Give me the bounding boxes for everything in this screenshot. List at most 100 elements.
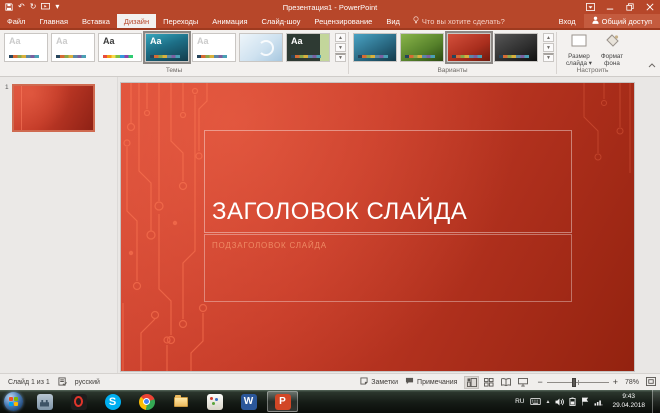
subtitle-placeholder[interactable]: ПОДЗАГОЛОВОК СЛАЙДА [204, 234, 572, 302]
zoom-control: − + [537, 377, 618, 387]
variant-thumbnail-black[interactable] [494, 33, 538, 62]
tab-home[interactable]: Главная [32, 14, 75, 28]
slide-size-button[interactable]: Размер слайда ▾ [565, 33, 593, 67]
taskbar-clock[interactable]: 9:43 29.04.2018 [608, 393, 649, 409]
theme-thumbnail-darkgreen[interactable]: Aa [286, 33, 330, 62]
customize-group: Размер слайда ▾ Формат фона Настроить [557, 30, 628, 76]
slide-1-thumbnail[interactable] [12, 84, 95, 132]
opera-icon [70, 393, 87, 410]
theme-thumbnail-5[interactable]: Aa [192, 33, 236, 62]
tab-design[interactable]: Дизайн [116, 14, 157, 28]
title-bar: ↶ ↻ ▾ Презентация1 - PowerPoint [0, 0, 660, 14]
customize-qat-icon[interactable]: ▾ [55, 3, 59, 11]
tell-me-box[interactable]: Что вы хотите сделать? [407, 14, 511, 28]
start-slideshow-icon[interactable] [41, 3, 51, 11]
tab-animations[interactable]: Анимация [205, 14, 254, 28]
chrome-icon [138, 393, 155, 410]
main-area: 1 ЗАГОЛОВОК СЛАЙДА ПОДЗАГОЛОВОК СЛАЙДА [0, 77, 660, 373]
skype-icon: S [104, 393, 121, 410]
share-button[interactable]: Общий доступ [583, 14, 660, 28]
title-placeholder[interactable]: ЗАГОЛОВОК СЛАЙДА [204, 130, 572, 233]
slide-subtitle-text[interactable]: ПОДЗАГОЛОВОК СЛАЙДА [205, 235, 571, 250]
variant-thumbnail-blue[interactable] [353, 33, 397, 62]
security-app-icon [36, 393, 53, 410]
slides-panel[interactable]: 1 [0, 77, 118, 373]
ribbon: Aa Aa Aa Aa Aa Aa ▲ ▼ ▼ Темы ▲ ▼ ▼ Вариа… [0, 28, 660, 77]
fit-to-window-icon[interactable] [646, 376, 656, 388]
taskbar-opera[interactable] [63, 391, 94, 412]
save-icon[interactable] [5, 3, 13, 11]
language-label[interactable]: русский [75, 379, 100, 386]
taskbar-security-app[interactable] [29, 391, 60, 412]
zoom-slider[interactable] [546, 377, 609, 387]
redo-icon[interactable]: ↻ [30, 3, 37, 11]
network-icon[interactable] [594, 398, 603, 406]
variants-scroll-up[interactable]: ▲ [543, 33, 554, 42]
variants-group-label: Варианты [437, 67, 468, 74]
zoom-out-button[interactable]: − [537, 377, 542, 387]
hidden-icons-expand[interactable]: ▲ [546, 399, 551, 405]
format-background-button[interactable]: Формат фона [598, 33, 626, 67]
ribbon-display-options-icon[interactable] [580, 0, 600, 14]
variants-more-button[interactable]: ▼ [543, 53, 554, 62]
spellcheck-icon[interactable] [58, 376, 67, 388]
themes-more-button[interactable]: ▼ [335, 53, 346, 62]
clock-date: 29.04.2018 [612, 401, 645, 409]
taskbar-explorer[interactable] [165, 391, 196, 412]
undo-icon[interactable]: ↶ [18, 3, 25, 11]
tab-transitions[interactable]: Переходы [156, 14, 205, 28]
tab-slideshow[interactable]: Слайд-шоу [255, 14, 308, 28]
language-indicator[interactable]: RU [515, 398, 524, 405]
start-button[interactable] [4, 392, 23, 411]
theme-thumbnail-circuit-selected[interactable]: Aa [143, 31, 191, 64]
powerpoint-icon: P [274, 393, 291, 410]
taskbar-powerpoint-active[interactable]: P [267, 391, 298, 412]
minimize-icon[interactable] [600, 0, 620, 14]
theme-thumbnail-1[interactable]: Aa [4, 33, 48, 62]
themes-scroll-down[interactable]: ▼ [335, 43, 346, 52]
taskbar-word[interactable]: W [233, 391, 264, 412]
taskbar-paint[interactable] [199, 391, 230, 412]
collapse-ribbon-icon[interactable] [648, 55, 656, 73]
action-center-flag-icon[interactable] [581, 397, 589, 406]
variant-thumbnail-red-selected[interactable] [445, 31, 493, 64]
variants-scroll-down[interactable]: ▼ [543, 43, 554, 52]
tab-view[interactable]: Вид [379, 14, 407, 28]
taskbar-skype[interactable]: S [97, 391, 128, 412]
themes-scroll-up[interactable]: ▲ [335, 33, 346, 42]
lightbulb-icon [413, 16, 419, 26]
zoom-percentage[interactable]: 78% [625, 379, 639, 386]
volume-icon[interactable] [555, 397, 565, 406]
share-label: Общий доступ [601, 16, 652, 26]
normal-view-button[interactable] [464, 375, 480, 389]
theme-thumbnail-2[interactable]: Aa [51, 33, 95, 62]
slide-title-text[interactable]: ЗАГОЛОВОК СЛАЙДА [205, 198, 473, 232]
variant-thumbnail-green[interactable] [400, 33, 444, 62]
slide-sorter-view-button[interactable] [481, 376, 496, 389]
slide-count-label[interactable]: Слайд 1 из 1 [8, 379, 50, 386]
show-desktop-button[interactable] [652, 390, 660, 413]
tab-file[interactable]: Файл [0, 14, 32, 28]
sign-in-button[interactable]: Вход [551, 14, 584, 28]
tab-insert[interactable]: Вставка [75, 14, 117, 28]
window-title: Презентация1 - PowerPoint [282, 2, 378, 12]
person-icon [591, 16, 599, 26]
notes-button[interactable]: Заметки [360, 377, 398, 387]
battery-icon[interactable] [569, 397, 577, 406]
theme-thumbnail-office[interactable]: Aa [98, 33, 142, 62]
zoom-in-button[interactable]: + [613, 377, 618, 387]
slideshow-view-button[interactable] [515, 376, 530, 389]
keyboard-icon[interactable] [529, 398, 541, 405]
theme-thumbnail-swoosh[interactable] [239, 33, 283, 62]
zoom-slider-thumb[interactable] [571, 377, 576, 387]
taskbar-chrome[interactable] [131, 391, 162, 412]
tab-review[interactable]: Рецензирование [307, 14, 379, 28]
restore-icon[interactable] [620, 0, 640, 14]
slide-canvas[interactable]: ЗАГОЛОВОК СЛАЙДА ПОДЗАГОЛОВОК СЛАЙДА [121, 83, 634, 371]
slide-editor: ЗАГОЛОВОК СЛАЙДА ПОДЗАГОЛОВОК СЛАЙДА [118, 77, 660, 373]
paint-icon [206, 393, 223, 410]
close-icon[interactable] [640, 0, 660, 14]
reading-view-button[interactable] [498, 376, 513, 389]
circuit-pattern-left [122, 83, 208, 371]
comments-button[interactable]: Примечания [405, 377, 457, 387]
